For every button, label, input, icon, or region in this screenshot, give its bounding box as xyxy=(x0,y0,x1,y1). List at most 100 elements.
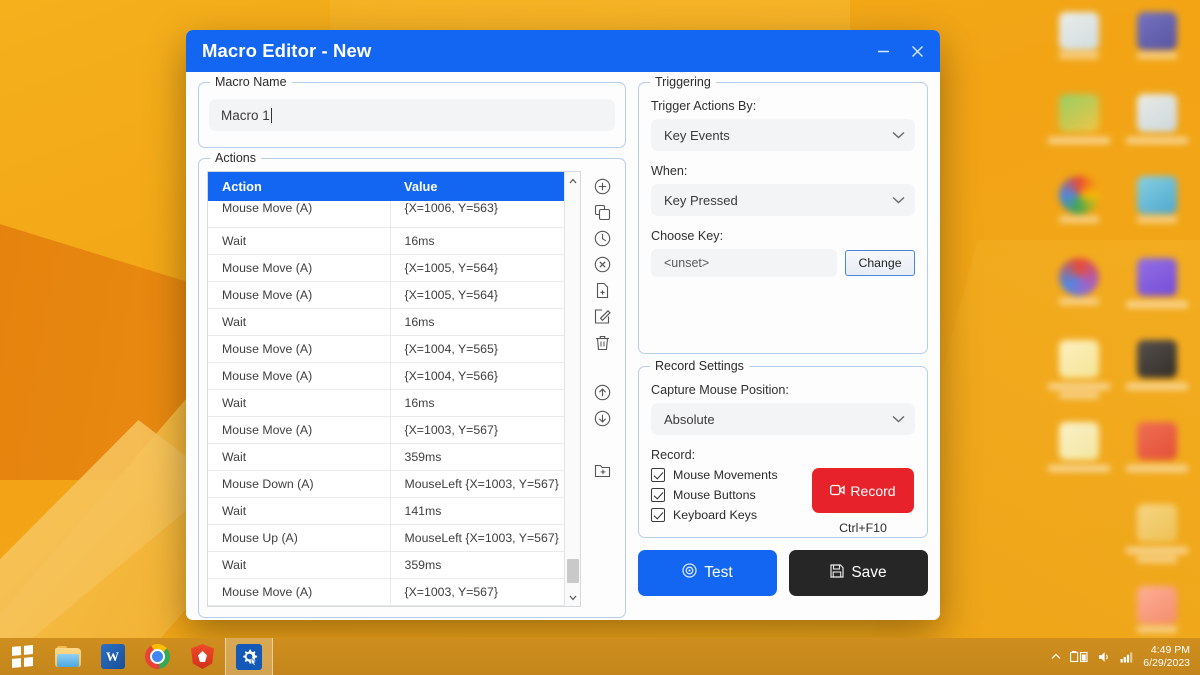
scroll-up-arrow-icon[interactable] xyxy=(565,172,581,189)
duplicate-action-button[interactable] xyxy=(588,199,616,225)
macro-name-input[interactable]: Macro 1 xyxy=(209,99,615,131)
taskbar-brave[interactable] xyxy=(180,638,225,675)
table-row[interactable]: Wait 16ms xyxy=(208,389,564,417)
record-camera-icon xyxy=(830,483,846,499)
add-wait-button[interactable] xyxy=(588,225,616,251)
tray-network-signal-icon[interactable] xyxy=(1120,651,1134,663)
edit-action-button[interactable] xyxy=(588,303,616,329)
checkbox-icon[interactable] xyxy=(651,508,665,522)
column-header-value[interactable]: Value xyxy=(390,172,564,201)
taskbar-word[interactable]: W xyxy=(90,638,135,675)
desktop-icon[interactable] xyxy=(1044,86,1114,164)
triggering-legend: Triggering xyxy=(650,75,716,89)
table-row[interactable]: Mouse Move (A) {X=1004, Y=566} xyxy=(208,362,564,390)
desktop-icon[interactable] xyxy=(1044,4,1114,82)
record-checkbox[interactable]: Mouse Buttons xyxy=(651,488,801,502)
taskbar-chrome[interactable] xyxy=(135,638,180,675)
move-up-button[interactable] xyxy=(588,379,616,405)
table-row[interactable]: Wait 16ms xyxy=(208,227,564,255)
table-row[interactable]: Mouse Move (A) {X=1003, Y=567} xyxy=(208,416,564,444)
cell-value: MouseLeft {X=1003, Y=567} xyxy=(390,524,564,552)
table-row[interactable]: Wait 16ms xyxy=(208,308,564,336)
capture-mouse-position-value: Absolute xyxy=(664,411,715,427)
change-key-button[interactable]: Change xyxy=(845,250,915,276)
chrome-icon xyxy=(145,644,170,669)
taskbar-clock[interactable]: 4:49 PM 6/29/2023 xyxy=(1143,644,1190,670)
table-row[interactable]: Mouse Up (A) MouseLeft {X=1003, Y=567} xyxy=(208,524,564,552)
actions-table-scroll-area[interactable]: Action Value Mouse Move (A) {X=1006, Y=56… xyxy=(208,172,564,606)
macro-editor-window: Macro Editor - New Macro Name Macro 1 Ac… xyxy=(186,30,940,620)
desktop-icon[interactable] xyxy=(1122,414,1192,492)
scrollbar-thumb[interactable] xyxy=(566,559,579,583)
table-row[interactable]: Wait 141ms xyxy=(208,497,564,525)
remove-action-button[interactable] xyxy=(588,251,616,277)
minimize-button[interactable] xyxy=(866,36,900,66)
new-file-button[interactable] xyxy=(588,277,616,303)
table-row[interactable]: Mouse Down (A) MouseLeft {X=1003, Y=567} xyxy=(208,470,564,498)
record-button[interactable]: Record xyxy=(812,468,914,513)
record-checkbox[interactable]: Mouse Movements xyxy=(651,468,801,482)
desktop-icon[interactable] xyxy=(1122,86,1192,164)
desktop-icon[interactable] xyxy=(1122,168,1192,246)
close-button[interactable] xyxy=(900,36,934,66)
record-settings-group: Record Settings Capture Mouse Position: … xyxy=(638,359,928,538)
checkbox-icon[interactable] xyxy=(651,488,665,502)
table-row[interactable]: Mouse Move (A) {X=1004, Y=565} xyxy=(208,335,564,363)
cell-value: {X=1004, Y=566} xyxy=(390,362,564,390)
brave-icon xyxy=(191,644,214,669)
desktop-icon[interactable] xyxy=(1044,332,1114,410)
load-macro-button[interactable] xyxy=(588,457,616,483)
cell-action: Wait xyxy=(208,227,391,255)
desktop-icon[interactable] xyxy=(1044,250,1114,328)
chevron-down-icon xyxy=(892,131,905,139)
test-button[interactable]: Test xyxy=(638,550,777,596)
actions-scrollbar[interactable] xyxy=(564,172,580,606)
footer-buttons: Test Save xyxy=(638,550,928,596)
start-button[interactable] xyxy=(0,638,45,675)
taskbar-file-explorer[interactable] xyxy=(45,638,90,675)
record-button-label: Record xyxy=(850,482,896,499)
table-row[interactable]: Wait 359ms xyxy=(208,443,564,471)
table-row[interactable]: Mouse Move (A) {X=1003, Y=567} xyxy=(208,578,564,606)
actions-table-body: Mouse Move (A) {X=1006, Y=563} Wait 16ms Mou… xyxy=(208,201,564,606)
window-content: Macro Name Macro 1 Actions Action Value … xyxy=(186,72,940,620)
desktop-icon[interactable] xyxy=(1122,496,1192,574)
table-row[interactable]: Wait 359ms xyxy=(208,551,564,579)
desktop-icon xyxy=(1044,496,1114,574)
desktop-icon[interactable] xyxy=(1122,250,1192,328)
checkbox-icon[interactable] xyxy=(651,468,665,482)
trigger-by-select[interactable]: Key Events xyxy=(651,119,915,151)
capture-mouse-position-select[interactable]: Absolute xyxy=(651,403,915,435)
move-down-button[interactable] xyxy=(588,405,616,431)
window-titlebar: Macro Editor - New xyxy=(186,30,940,72)
record-row: Mouse Movements Mouse Buttons Keyboard Key… xyxy=(651,468,915,535)
cell-value: 359ms xyxy=(390,443,564,471)
scrollbar-track[interactable] xyxy=(565,189,581,589)
scroll-down-arrow-icon[interactable] xyxy=(565,589,581,606)
when-select[interactable]: Key Pressed xyxy=(651,184,915,216)
file-explorer-icon xyxy=(54,646,81,667)
tray-battery-icon[interactable] xyxy=(1070,650,1089,663)
table-row[interactable]: Mouse Move (A) {X=1005, Y=564} xyxy=(208,254,564,282)
choose-key-field[interactable]: <unset> xyxy=(651,249,837,277)
when-label: When: xyxy=(651,164,688,178)
chevron-down-icon xyxy=(892,196,905,204)
desktop-icon[interactable] xyxy=(1122,332,1192,410)
record-label: Record: xyxy=(651,448,696,462)
tray-volume-speaker-icon[interactable] xyxy=(1098,651,1111,663)
desktop-icon[interactable] xyxy=(1122,4,1192,82)
window-title: Macro Editor - New xyxy=(202,40,372,61)
cell-action: Wait xyxy=(208,551,391,579)
desktop-icon[interactable] xyxy=(1044,168,1114,246)
record-checkbox[interactable]: Keyboard Keys xyxy=(651,508,801,522)
delete-all-button[interactable] xyxy=(588,329,616,355)
add-action-button[interactable] xyxy=(588,173,616,199)
column-header-action[interactable]: Action xyxy=(208,172,390,201)
tray-overflow-chevron-up-icon[interactable] xyxy=(1051,653,1061,660)
cell-action: Wait xyxy=(208,308,391,336)
desktop-icon[interactable] xyxy=(1044,414,1114,492)
taskbar-macro-editor[interactable] xyxy=(225,638,273,675)
table-row[interactable]: Mouse Move (A) {X=1006, Y=563} xyxy=(208,201,564,228)
table-row[interactable]: Mouse Move (A) {X=1005, Y=564} xyxy=(208,281,564,309)
save-button[interactable]: Save xyxy=(789,550,928,596)
